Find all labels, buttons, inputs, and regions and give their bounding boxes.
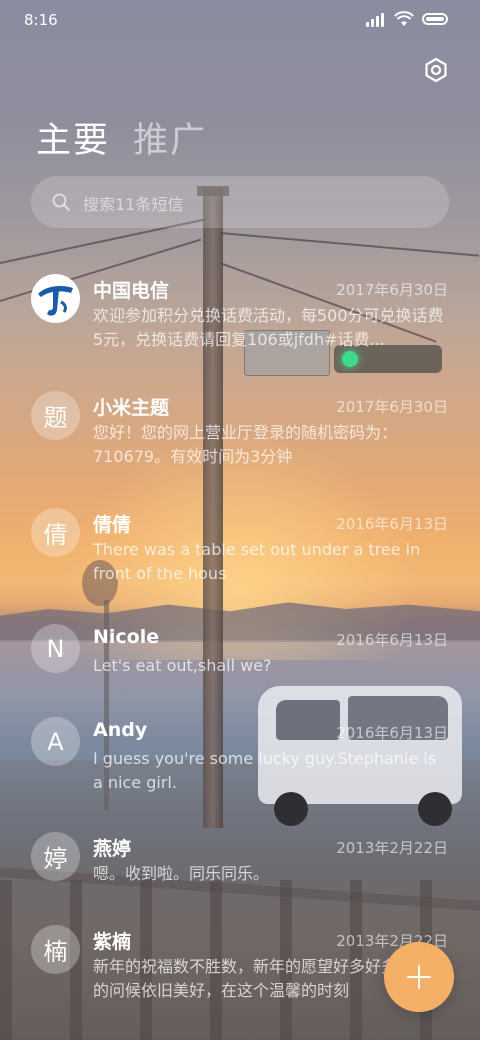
- conversation-date: 2016年6月13日: [336, 631, 448, 649]
- conversation-date: 2016年6月13日: [336, 515, 448, 533]
- settings-icon[interactable]: [422, 56, 450, 84]
- china-telecom-logo-icon: [31, 274, 80, 323]
- conversation-name: 中国电信: [93, 280, 170, 302]
- status-bar: 8:16: [0, 0, 480, 40]
- tab-bar: 主要 推广: [36, 112, 225, 163]
- conversation-name: Nicole: [93, 626, 160, 648]
- conversation-name: Andy: [93, 719, 148, 741]
- conversation-item[interactable]: 中国电信 2017年6月30日 欢迎参加积分兑换话费活动，每500分可兑换话费5…: [0, 270, 480, 382]
- conversation-date: 2016年6月13日: [336, 724, 448, 742]
- new-message-button[interactable]: [384, 942, 454, 1012]
- conversation-preview: 您好！您的网上营业厅登录的随机密码为：710679。有效时间为3分钟: [93, 423, 398, 466]
- search-icon: [52, 193, 70, 211]
- wifi-icon: [394, 11, 414, 26]
- conversation-name: 燕婷: [93, 838, 132, 860]
- conversation-item[interactable]: 倩 倩倩 2016年6月13日 There was a table set ou…: [0, 504, 480, 616]
- avatar: 题: [31, 391, 80, 440]
- conversation-name: 小米主题: [93, 397, 170, 419]
- avatar: N: [31, 624, 80, 673]
- conversation-item[interactable]: A Andy 2016年6月13日 I guess you're some lu…: [0, 713, 480, 825]
- power-wire: [219, 232, 480, 257]
- conversation-preview: There was a table set out under a tree i…: [93, 540, 421, 583]
- conversation-name: 紫楠: [93, 931, 132, 953]
- conversation-preview: I guess you're some lucky guy.Stephanie …: [93, 749, 437, 792]
- conversation-preview: 嗯。收到啦。同乐同乐。: [93, 864, 270, 883]
- avatar: 楠: [31, 925, 80, 974]
- avatar: A: [31, 717, 80, 766]
- conversation-date: 2017年6月30日: [336, 398, 448, 416]
- conversation-date: 2017年6月30日: [336, 281, 448, 299]
- battery-icon: [422, 13, 448, 25]
- signal-icon: [366, 13, 388, 27]
- avatar: 婷: [31, 832, 80, 881]
- avatar: 倩: [31, 508, 80, 557]
- tab-primary[interactable]: 主要: [36, 112, 110, 163]
- status-time: 8:16: [24, 11, 58, 29]
- conversation-date: 2013年2月22日: [336, 839, 448, 857]
- conversation-preview: Let's eat out,shall we?: [93, 656, 272, 675]
- search-input[interactable]: 搜索11条短信: [31, 176, 449, 228]
- conversation-preview: 欢迎参加积分兑换话费活动，每500分可兑换话费5元，兑换话费请回复106或jfd…: [93, 306, 444, 349]
- conversation-item[interactable]: 题 小米主题 2017年6月30日 您好！您的网上营业厅登录的随机密码为：710…: [0, 387, 480, 499]
- conversation-name: 倩倩: [93, 514, 132, 536]
- search-placeholder: 搜索11条短信: [83, 195, 184, 214]
- tab-promotions[interactable]: 推广: [133, 112, 207, 163]
